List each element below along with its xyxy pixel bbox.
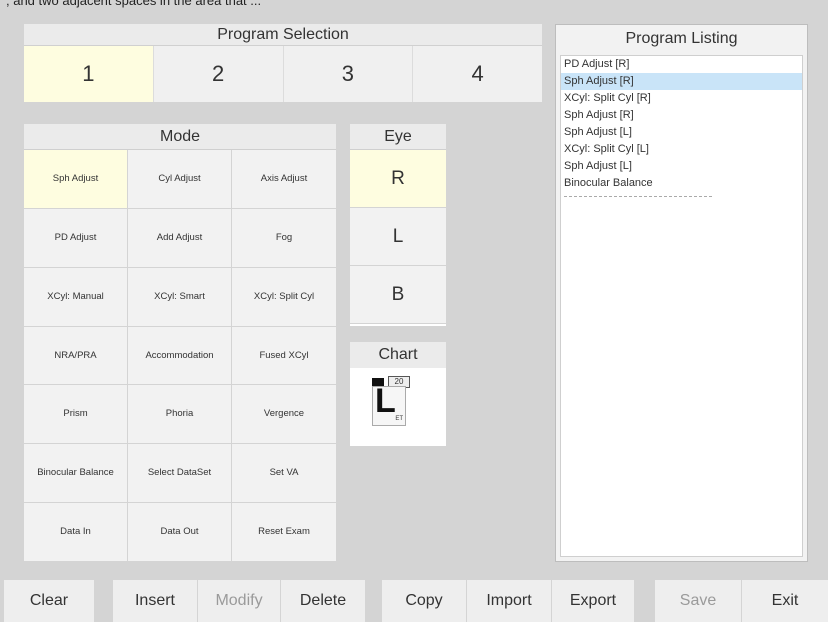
mode-vergence-button[interactable]: Vergence: [232, 385, 336, 445]
mode-axis-adjust-button[interactable]: Axis Adjust: [232, 150, 336, 209]
list-item[interactable]: Sph Adjust [L]: [561, 124, 802, 141]
program-listing-title: Program Listing: [625, 30, 738, 47]
mode-prism-button[interactable]: Prism: [24, 385, 128, 445]
mode-xcyl-smart-button[interactable]: XCyl: Smart: [128, 267, 232, 327]
exit-button[interactable]: Exit: [742, 580, 828, 622]
eye-both-button[interactable]: B: [350, 266, 446, 324]
mode-nra-pra-button[interactable]: NRA/PRA: [24, 326, 128, 386]
insert-button[interactable]: Insert: [113, 580, 197, 622]
clear-button[interactable]: Clear: [4, 580, 94, 622]
mode-cyl-adjust-button[interactable]: Cyl Adjust: [128, 150, 232, 209]
list-item[interactable]: Sph Adjust [L]: [561, 158, 802, 175]
program-listing-panel: Program Listing PD Adjust [R] Sph Adjust…: [555, 24, 808, 562]
program-2-button[interactable]: 2: [153, 46, 284, 102]
eye-left-button[interactable]: L: [350, 208, 446, 266]
mode-binocular-balance-button[interactable]: Binocular Balance: [24, 444, 128, 504]
mode-title: Mode: [24, 124, 336, 150]
mode-select-dataset-button[interactable]: Select DataSet: [128, 444, 232, 504]
list-item[interactable]: Binocular Balance: [561, 175, 802, 192]
mode-xcyl-manual-button[interactable]: XCyl: Manual: [24, 267, 128, 327]
program-3-button[interactable]: 3: [283, 46, 414, 102]
mode-add-adjust-button[interactable]: Add Adjust: [128, 208, 232, 268]
chart-letter-box: L ET: [372, 382, 406, 426]
mode-phoria-button[interactable]: Phoria: [128, 385, 232, 445]
program-listing-list[interactable]: PD Adjust [R] Sph Adjust [R] XCyl: Split…: [560, 55, 803, 557]
list-item-selected[interactable]: Sph Adjust [R]: [561, 73, 802, 90]
mode-xcyl-split-cyl-button[interactable]: XCyl: Split Cyl: [232, 267, 336, 327]
mode-fused-xcyl-button[interactable]: Fused XCyl: [232, 326, 336, 386]
copy-button[interactable]: Copy: [382, 580, 466, 622]
cropped-top-text: ; and two adjacent spaces in the area th…: [6, 0, 262, 8]
mode-pd-adjust-button[interactable]: PD Adjust: [24, 208, 128, 268]
mode-data-in-button[interactable]: Data In: [24, 503, 128, 562]
list-item[interactable]: Sph Adjust [R]: [561, 107, 802, 124]
list-item[interactable]: XCyl: Split Cyl [L]: [561, 141, 802, 158]
program-4-button[interactable]: 4: [413, 46, 542, 102]
mode-data-out-button[interactable]: Data Out: [128, 503, 232, 562]
mode-set-va-button[interactable]: Set VA: [232, 444, 336, 504]
mode-fog-button[interactable]: Fog: [232, 208, 336, 268]
list-end-divider: [564, 196, 712, 197]
eye-panel: Eye R L B: [350, 124, 446, 326]
mode-sph-adjust-button[interactable]: Sph Adjust: [24, 150, 128, 209]
save-button[interactable]: Save: [655, 580, 741, 622]
chart-letter: L: [375, 382, 396, 420]
list-item[interactable]: PD Adjust [R]: [561, 56, 802, 73]
eye-title: Eye: [350, 124, 446, 150]
import-button[interactable]: Import: [467, 580, 551, 622]
modify-button[interactable]: Modify: [198, 580, 280, 622]
mode-reset-exam-button[interactable]: Reset Exam: [232, 503, 336, 562]
program-selection-panel: Program Selection 1 2 3 4: [24, 24, 542, 102]
chart-panel[interactable]: Chart 20 L ET: [350, 342, 446, 446]
chart-preview-icon[interactable]: 20 L ET: [372, 376, 426, 430]
eye-right-button[interactable]: R: [350, 150, 446, 208]
mode-panel: Mode Sph Adjust Cyl Adjust Axis Adjust P…: [24, 124, 336, 562]
chart-title: Chart: [350, 342, 446, 368]
program-1-button[interactable]: 1: [24, 46, 154, 102]
mode-accommodation-button[interactable]: Accommodation: [128, 326, 232, 386]
program-selection-title: Program Selection: [24, 24, 542, 46]
export-button[interactable]: Export: [552, 580, 634, 622]
chart-letter-sub: ET: [395, 416, 403, 422]
delete-button[interactable]: Delete: [281, 580, 365, 622]
list-item[interactable]: XCyl: Split Cyl [R]: [561, 90, 802, 107]
